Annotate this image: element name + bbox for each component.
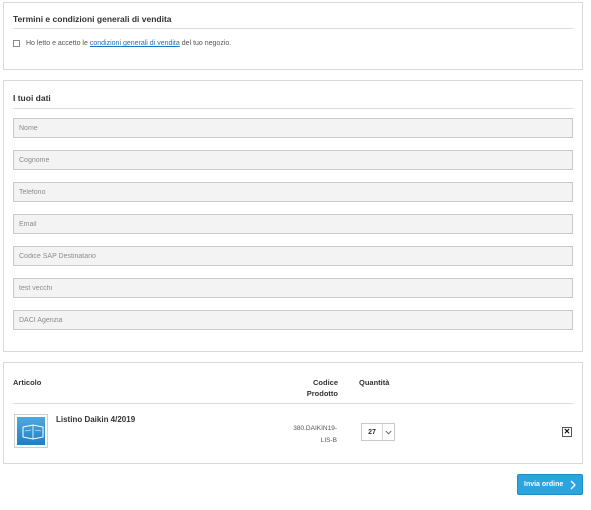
- terms-text-after: del tuo negozio.: [181, 40, 232, 47]
- remove-item-button[interactable]: ✕: [562, 427, 572, 437]
- product-code: 380.DAIKIN19- LIS-B: [284, 423, 337, 447]
- submit-order-button[interactable]: Invia ordine: [517, 474, 583, 495]
- quantity-select[interactable]: 27: [361, 423, 395, 441]
- nome-field[interactable]: [13, 118, 573, 138]
- terms-text-before: Ho letto e accetto le: [26, 40, 88, 47]
- product-name[interactable]: Listino Daikin 4/2019: [56, 415, 135, 424]
- daci-agenzia-field[interactable]: [13, 310, 573, 330]
- close-icon: ✕: [563, 427, 571, 436]
- chevron-right-icon: [570, 480, 576, 492]
- terms-title: Termini e condizioni generali di vendita: [13, 14, 172, 24]
- email-field[interactable]: [13, 214, 573, 234]
- submit-order-label: Invia ordine: [524, 481, 564, 488]
- quantity-value: 27: [368, 428, 376, 436]
- terms-panel: Termini e condizioni generali di vendita…: [3, 2, 583, 70]
- personal-data-divider: [13, 108, 573, 109]
- codice-header-line1: Codice: [312, 378, 338, 387]
- terms-accept-checkbox[interactable]: [13, 40, 20, 47]
- product-code-line1: 380.DAIKIN19-: [293, 425, 337, 432]
- personal-data-panel: I tuoi dati: [3, 80, 583, 352]
- chevron-down-icon[interactable]: [383, 430, 394, 435]
- column-header-codice-prodotto: Codice Prodotto: [294, 377, 338, 399]
- cart-divider: [13, 403, 573, 404]
- column-header-articolo: Articolo: [13, 378, 42, 387]
- terms-conditions-link[interactable]: condizioni generali di vendita: [90, 40, 180, 47]
- telefono-field[interactable]: [13, 182, 573, 202]
- test-vecchi-field[interactable]: [13, 278, 573, 298]
- terms-accept-row: Ho letto e accetto le condizioni general…: [13, 40, 231, 47]
- codice-sap-field[interactable]: [13, 246, 573, 266]
- book-thumbnail-icon: [17, 417, 45, 445]
- product-code-line2: LIS-B: [320, 437, 337, 444]
- column-header-quantita: Quantità: [359, 378, 390, 387]
- terms-divider: [13, 28, 573, 29]
- personal-data-title: I tuoi dati: [13, 93, 51, 103]
- codice-header-line2: Prodotto: [306, 389, 338, 398]
- product-thumbnail[interactable]: [14, 414, 48, 448]
- cognome-field[interactable]: [13, 150, 573, 170]
- cart-panel: Articolo Codice Prodotto Quantità Listin…: [3, 362, 583, 464]
